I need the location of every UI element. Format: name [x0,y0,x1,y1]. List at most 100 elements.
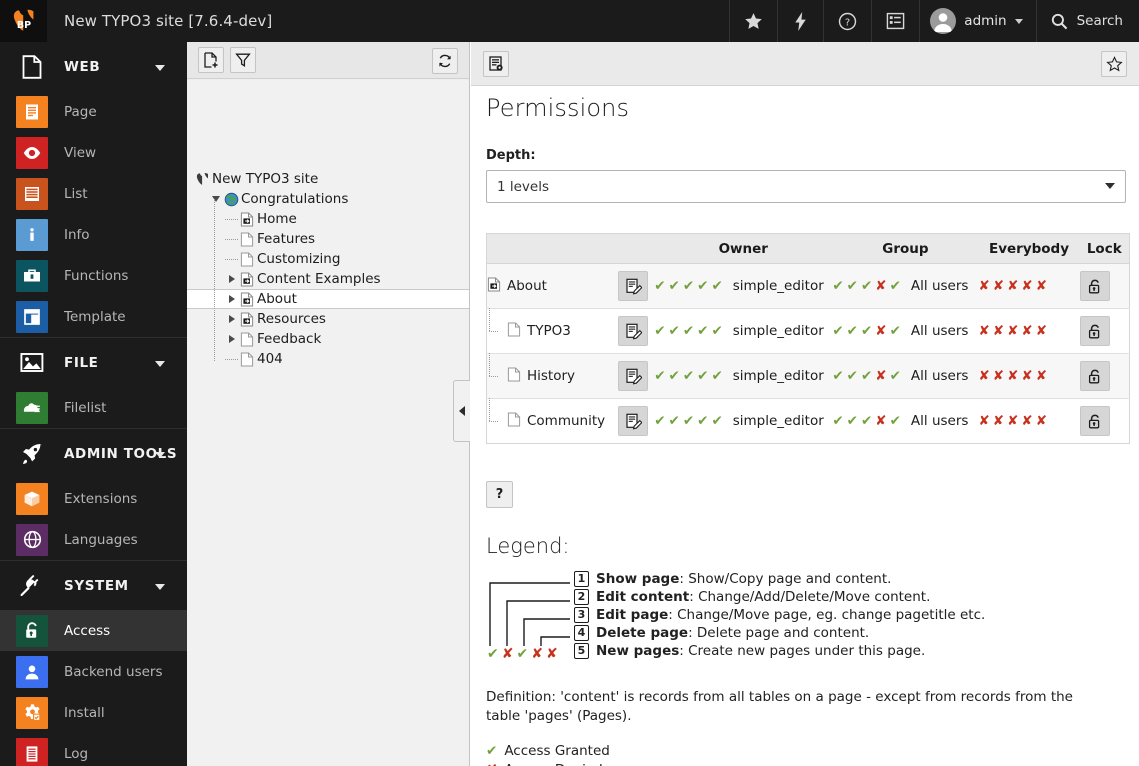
tree-node-features[interactable]: Features [187,229,469,249]
cross-icon[interactable]: ✘ [1007,368,1018,384]
check-icon[interactable]: ✔ [683,278,694,294]
cross-icon[interactable]: ✘ [1021,413,1032,429]
cross-icon[interactable]: ✘ [978,413,989,429]
check-icon[interactable]: ✔ [832,368,843,384]
typo3-logo[interactable]: BP [0,0,47,42]
sidebar-item-functions[interactable]: Functions [0,255,187,296]
check-icon[interactable]: ✔ [711,368,722,384]
cross-icon[interactable]: ✘ [993,323,1004,339]
check-icon[interactable]: ✔ [847,278,858,294]
check-icon[interactable]: ✔ [861,368,872,384]
check-icon[interactable]: ✔ [683,413,694,429]
tree-collapse-handle[interactable] [453,380,470,442]
star-icon[interactable] [729,0,777,42]
cross-icon[interactable]: ✘ [1021,368,1032,384]
check-icon[interactable]: ✔ [669,413,680,429]
new-page-icon[interactable] [198,47,224,73]
star-outline-icon[interactable] [1101,51,1127,77]
check-icon[interactable]: ✔ [683,368,694,384]
check-icon[interactable]: ✔ [890,413,901,429]
sidebar-item-backend-users[interactable]: Backend users [0,651,187,692]
check-icon[interactable]: ✔ [711,278,722,294]
edit-permissions-icon[interactable] [618,361,649,391]
sidebar-item-languages[interactable]: Languages [0,519,187,560]
cross-icon[interactable]: ✘ [993,278,1004,294]
cross-icon[interactable]: ✘ [978,368,989,384]
check-icon[interactable]: ✔ [832,413,843,429]
tree-node-feedback[interactable]: Feedback [187,329,469,349]
sidebar-item-extensions[interactable]: Extensions [0,478,187,519]
check-icon[interactable]: ✔ [697,323,708,339]
check-icon[interactable]: ✔ [669,323,680,339]
question-circle-icon[interactable]: ? [823,0,871,42]
refresh-icon[interactable] [432,48,458,74]
tree-node-resources[interactable]: Resources [187,309,469,329]
check-icon[interactable]: ✔ [654,323,665,339]
tree-node-customizing[interactable]: Customizing [187,249,469,269]
tree-node-content-examples[interactable]: Content Examples [187,269,469,289]
check-icon[interactable]: ✔ [654,278,665,294]
check-icon[interactable]: ✔ [847,413,858,429]
user-menu-button[interactable]: admin [919,0,1035,42]
check-icon[interactable]: ✔ [890,368,901,384]
sidebar-item-view[interactable]: View [0,132,187,173]
sidebar-group-file[interactable]: FILE [0,338,187,387]
check-icon[interactable]: ✔ [890,278,901,294]
lightning-bolt-icon[interactable] [777,0,823,42]
sidebar-item-log[interactable]: Log [0,733,187,766]
tree-toggle[interactable] [225,275,238,283]
edit-permissions-icon[interactable] [618,271,649,301]
clipboard-list-icon[interactable] [871,0,919,42]
depth-select[interactable]: 1 levels2 levels3 levels4 levels10 level… [486,170,1126,203]
tree-node-about[interactable]: About [187,289,469,309]
page-preview-icon[interactable] [483,50,509,77]
cross-icon[interactable]: ✘ [875,368,886,384]
help-button[interactable]: ? [486,481,513,508]
check-icon[interactable]: ✔ [669,278,680,294]
check-icon[interactable]: ✔ [832,323,843,339]
cross-icon[interactable]: ✘ [1036,278,1047,294]
sidebar-item-access[interactable]: Access [0,610,187,651]
check-icon[interactable]: ✔ [832,278,843,294]
check-icon[interactable]: ✔ [847,323,858,339]
check-icon[interactable]: ✔ [861,278,872,294]
cross-icon[interactable]: ✘ [875,278,886,294]
check-icon[interactable]: ✔ [683,323,694,339]
check-icon[interactable]: ✔ [654,368,665,384]
check-icon[interactable]: ✔ [697,413,708,429]
tree-node-congratulations[interactable]: Congratulations [187,189,469,209]
cross-icon[interactable]: ✘ [1021,278,1032,294]
cross-icon[interactable]: ✘ [875,413,886,429]
filter-funnel-icon[interactable] [230,47,256,73]
cross-icon[interactable]: ✘ [875,323,886,339]
sidebar-group-admin-tools[interactable]: ADMIN TOOLS [0,429,187,478]
tree-toggle[interactable] [209,196,222,202]
edit-permissions-icon[interactable] [618,406,649,436]
cross-icon[interactable]: ✘ [1007,278,1018,294]
sidebar-group-web[interactable]: WEB [0,42,187,91]
check-icon[interactable]: ✔ [711,323,722,339]
unlock-icon[interactable] [1079,316,1110,346]
check-icon[interactable]: ✔ [890,323,901,339]
cross-icon[interactable]: ✘ [978,278,989,294]
cross-icon[interactable]: ✘ [1036,413,1047,429]
tree-toggle[interactable] [225,335,238,343]
cross-icon[interactable]: ✘ [1007,413,1018,429]
check-icon[interactable]: ✔ [654,413,665,429]
cross-icon[interactable]: ✘ [978,323,989,339]
sidebar-item-template[interactable]: Template [0,296,187,337]
cross-icon[interactable]: ✘ [1036,323,1047,339]
cross-icon[interactable]: ✘ [1021,323,1032,339]
cross-icon[interactable]: ✘ [993,368,1004,384]
sidebar-item-filelist[interactable]: Filelist [0,387,187,428]
cross-icon[interactable]: ✘ [1036,368,1047,384]
tree-toggle[interactable] [225,315,238,323]
sidebar-item-info[interactable]: Info [0,214,187,255]
search-button[interactable]: Search [1035,0,1139,42]
check-icon[interactable]: ✔ [861,413,872,429]
check-icon[interactable]: ✔ [697,278,708,294]
tree-node-404[interactable]: 404 [187,349,469,369]
cross-icon[interactable]: ✘ [1007,323,1018,339]
sidebar-item-page[interactable]: Page [0,91,187,132]
unlock-icon[interactable] [1079,406,1110,436]
